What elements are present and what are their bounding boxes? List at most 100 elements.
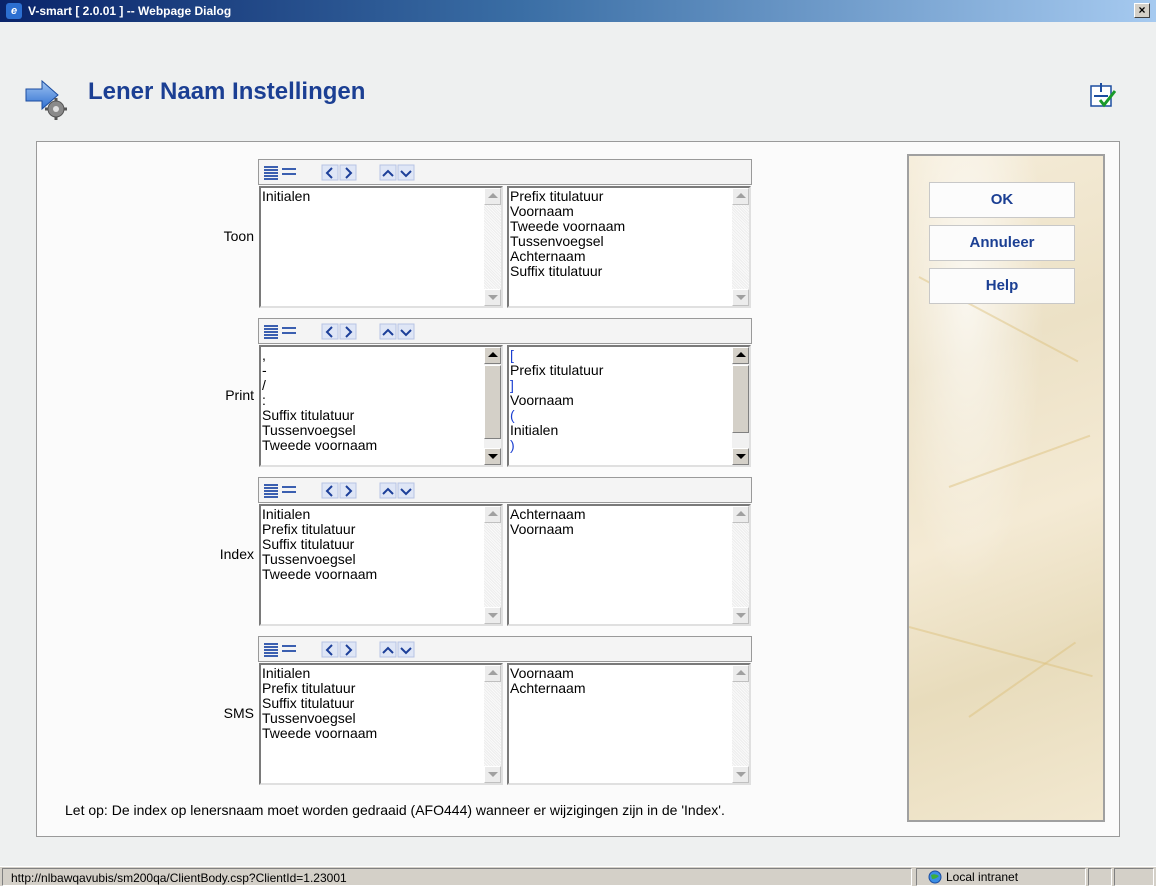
close-button[interactable]: × xyxy=(1134,3,1150,18)
scroll-down-button[interactable] xyxy=(484,289,501,306)
list-item[interactable]: Tweede voornaam xyxy=(262,726,482,741)
move-up-icon[interactable] xyxy=(379,164,397,181)
list-item[interactable]: Voornaam xyxy=(510,393,730,408)
list-item[interactable]: Tweede voornaam xyxy=(510,219,730,234)
move-left-icon[interactable] xyxy=(321,164,339,181)
scroll-up-button[interactable] xyxy=(484,347,501,364)
scroll-up-button[interactable] xyxy=(732,347,749,364)
scroll-down-button[interactable] xyxy=(732,766,749,783)
list-scrollbar[interactable] xyxy=(484,188,501,306)
scroll-thumb[interactable] xyxy=(484,365,501,439)
move-left-icon[interactable] xyxy=(321,323,339,340)
list-scrollbar[interactable] xyxy=(732,188,749,306)
move-right-icon[interactable] xyxy=(339,323,357,340)
list-scrollbar[interactable] xyxy=(732,506,749,624)
move-down-icon[interactable] xyxy=(397,482,415,499)
list-item[interactable]: Suffix titulatuur xyxy=(262,696,482,711)
selected-list[interactable]: Prefix titulatuur Voornaam Tweede voornaam… xyxy=(507,186,751,308)
list-item[interactable]: [ xyxy=(510,348,730,363)
resize-grip[interactable] xyxy=(1114,868,1154,886)
scroll-down-button[interactable] xyxy=(732,448,749,465)
move-up-icon[interactable] xyxy=(379,323,397,340)
list-item[interactable]: ( xyxy=(510,408,730,423)
scroll-up-button[interactable] xyxy=(484,188,501,205)
list-scrollbar[interactable] xyxy=(484,665,501,783)
list-scrollbar[interactable] xyxy=(732,665,749,783)
scroll-up-button[interactable] xyxy=(732,506,749,523)
list-item[interactable]: Prefix titulatuur xyxy=(262,681,482,696)
list-item[interactable]: Suffix titulatuur xyxy=(510,264,730,279)
list-item[interactable]: Voornaam xyxy=(510,204,730,219)
cancel-button[interactable]: Annuleer xyxy=(929,225,1075,261)
list-item[interactable]: Prefix titulatuur xyxy=(510,189,730,204)
deselect-all-icon[interactable] xyxy=(281,164,299,181)
list-item[interactable]: Initialen xyxy=(262,666,482,681)
select-all-icon[interactable] xyxy=(263,482,281,499)
list-item[interactable]: Tussenvoegsel xyxy=(510,234,730,249)
list-item[interactable]: Tweede voornaam xyxy=(262,438,482,453)
status-zone-text: Local intranet xyxy=(946,870,1019,884)
list-scrollbar[interactable] xyxy=(484,506,501,624)
move-right-icon[interactable] xyxy=(339,482,357,499)
selected-list[interactable]: Voornaam Achternaam xyxy=(507,663,751,785)
scroll-down-button[interactable] xyxy=(732,607,749,624)
select-all-icon[interactable] xyxy=(263,323,281,340)
available-list[interactable]: , - /: Suffix titulatuur Tussenvoegsel Tweede… xyxy=(259,345,503,467)
move-left-icon[interactable] xyxy=(321,641,339,658)
scroll-up-button[interactable] xyxy=(732,188,749,205)
list-item[interactable]: Achternaam xyxy=(510,507,730,522)
list-item[interactable]: Prefix titulatuur xyxy=(262,522,482,537)
help-button[interactable]: Help xyxy=(929,268,1075,304)
ok-button[interactable]: OK xyxy=(929,182,1075,218)
scroll-down-button[interactable] xyxy=(484,607,501,624)
list-item[interactable]: ] xyxy=(510,378,730,393)
scroll-up-button[interactable] xyxy=(484,665,501,682)
list-item[interactable]: ) xyxy=(510,438,730,453)
move-left-icon[interactable] xyxy=(321,482,339,499)
scroll-down-button[interactable] xyxy=(484,448,501,465)
deselect-all-icon[interactable] xyxy=(281,482,299,499)
list-item[interactable]: Tussenvoegsel xyxy=(262,711,482,726)
available-list[interactable]: Initialen xyxy=(259,186,503,308)
list-scrollbar[interactable] xyxy=(484,347,501,465)
deselect-all-icon[interactable] xyxy=(281,323,299,340)
move-down-icon[interactable] xyxy=(397,164,415,181)
list-item[interactable]: - xyxy=(262,363,482,378)
scroll-up-button[interactable] xyxy=(484,506,501,523)
list-item[interactable]: Initialen xyxy=(510,423,730,438)
scroll-down-button[interactable] xyxy=(732,289,749,306)
scroll-up-button[interactable] xyxy=(732,665,749,682)
move-up-icon[interactable] xyxy=(379,482,397,499)
list-item[interactable]: Tussenvoegsel xyxy=(262,423,482,438)
select-all-icon[interactable] xyxy=(263,164,281,181)
list-item[interactable]: Initialen xyxy=(262,189,482,204)
move-right-icon[interactable] xyxy=(339,641,357,658)
list-item[interactable]: Suffix titulatuur xyxy=(262,408,482,423)
list-item[interactable]: , xyxy=(262,348,482,363)
list-item[interactable]: Tweede voornaam xyxy=(262,567,482,582)
list-item[interactable]: Prefix titulatuur xyxy=(510,363,730,378)
list-item[interactable]: Tussenvoegsel xyxy=(262,552,482,567)
list-item[interactable]: : xyxy=(262,393,482,408)
scroll-thumb[interactable] xyxy=(732,365,749,433)
select-all-icon[interactable] xyxy=(263,641,281,658)
available-list[interactable]: Initialen Prefix titulatuur Suffix titulat… xyxy=(259,663,503,785)
selected-list[interactable]: Achternaam Voornaam xyxy=(507,504,751,626)
list-item[interactable]: Initialen xyxy=(262,507,482,522)
move-right-icon[interactable] xyxy=(339,164,357,181)
move-down-icon[interactable] xyxy=(397,641,415,658)
list-item[interactable]: Voornaam xyxy=(510,522,730,537)
move-up-icon[interactable] xyxy=(379,641,397,658)
selected-list[interactable]: [Prefix titulatuur] Voornaam(Initialen) xyxy=(507,345,751,467)
deselect-all-icon[interactable] xyxy=(281,641,299,658)
list-item[interactable]: Suffix titulatuur xyxy=(262,537,482,552)
list-item[interactable]: Voornaam xyxy=(510,666,730,681)
list-item[interactable]: / xyxy=(262,378,482,393)
scroll-down-button[interactable] xyxy=(484,766,501,783)
list-item[interactable]: Achternaam xyxy=(510,249,730,264)
customize-icon[interactable] xyxy=(1090,82,1116,108)
list-scrollbar[interactable] xyxy=(732,347,749,465)
list-item[interactable]: Achternaam xyxy=(510,681,730,696)
move-down-icon[interactable] xyxy=(397,323,415,340)
available-list[interactable]: Initialen Prefix titulatuur Suffix titulat… xyxy=(259,504,503,626)
